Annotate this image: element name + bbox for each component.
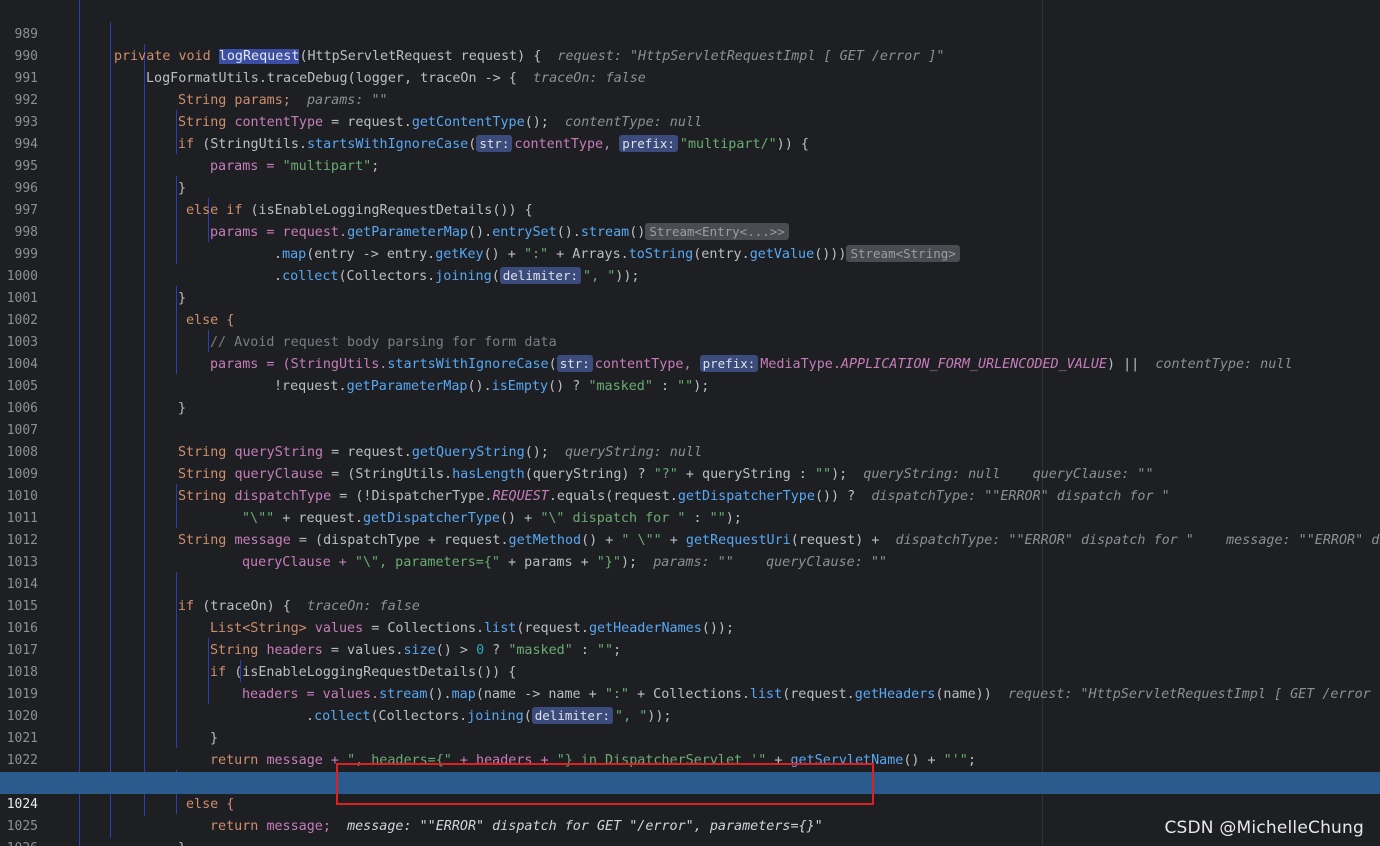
code-line[interactable]: 989 private void logRequest(HttpServletR…: [0, 2, 1380, 64]
code-line[interactable]: 992 String contentType = request.getCont…: [0, 68, 1380, 130]
code-line[interactable]: 999 .collect(Collectors.joining(delimite…: [0, 222, 1380, 284]
code-line[interactable]: 1001 else {: [0, 266, 1380, 328]
code-line[interactable]: 1019 .collect(Collectors.joining(delimit…: [0, 662, 1380, 724]
code-line[interactable]: 1010 "\"" + request.getDispatcherType() …: [0, 464, 1380, 526]
code-line[interactable]: 1022 }: [0, 728, 1380, 790]
code-line[interactable]: 990 LogFormatUtils.traceDebug(logger, tr…: [0, 24, 1380, 86]
code-line[interactable]: 994 params = "multipart";: [0, 112, 1380, 174]
code-token: }: [178, 841, 186, 846]
code-line[interactable]: 995 }: [0, 134, 1380, 196]
code-line[interactable]: 997 params = request.getParameterMap().e…: [0, 178, 1380, 240]
code-line[interactable]: 1009 String dispatchType = (!DispatcherT…: [0, 442, 1380, 504]
code-line[interactable]: 1002 // Avoid request body parsing for f…: [0, 288, 1380, 350]
code-line[interactable]: 991 String params; params: "": [0, 46, 1380, 108]
code-line[interactable]: 1006: [0, 376, 1380, 416]
code-line[interactable]: 1004 !request.getParameterMap().isEmpty(…: [0, 332, 1380, 394]
code-line[interactable]: 1021 return message + ", headers={" + he…: [0, 706, 1380, 768]
code-line[interactable]: 1013: [0, 530, 1380, 570]
line-number: 1026: [0, 838, 38, 846]
code-line[interactable]: 1016 String headers = values.size() > 0 …: [0, 596, 1380, 658]
code-line[interactable]: 1000 }: [0, 244, 1380, 306]
code-line[interactable]: 996 else if (isEnableLoggingRequestDetai…: [0, 156, 1380, 218]
code-line[interactable]: 1018 headers = values.stream().map(name …: [0, 640, 1380, 702]
code-editor[interactable]: 989 private void logRequest(HttpServletR…: [0, 0, 1380, 846]
code-line[interactable]: 1008 String queryClause = (StringUtils.h…: [0, 420, 1380, 482]
code-line[interactable]: 1012 queryClause + "\", parameters={" + …: [0, 508, 1380, 570]
code-line[interactable]: 1014 if (traceOn) { traceOn: false: [0, 552, 1380, 614]
highlight-annotation-box: [336, 763, 874, 805]
code-line[interactable]: 1015 List<String> values = Collections.l…: [0, 574, 1380, 636]
code-line[interactable]: 1011 String message = (dispatchType + re…: [0, 486, 1380, 548]
watermark: CSDN @MichelleChung: [1164, 818, 1364, 838]
code-line[interactable]: 1007 String queryString = request.getQue…: [0, 398, 1380, 460]
code-line[interactable]: 1005 }: [0, 354, 1380, 416]
code-line[interactable]: 993 if (StringUtils.startsWithIgnoreCase…: [0, 90, 1380, 152]
code-line[interactable]: 1020 }: [0, 684, 1380, 746]
code-line[interactable]: 998 .map(entry -> entry.getKey() + ":" +…: [0, 200, 1380, 262]
code-line[interactable]: 1003 params = (StringUtils.startsWithIgn…: [0, 310, 1380, 372]
code-line[interactable]: 1017 if (isEnableLoggingRequestDetails()…: [0, 618, 1380, 680]
